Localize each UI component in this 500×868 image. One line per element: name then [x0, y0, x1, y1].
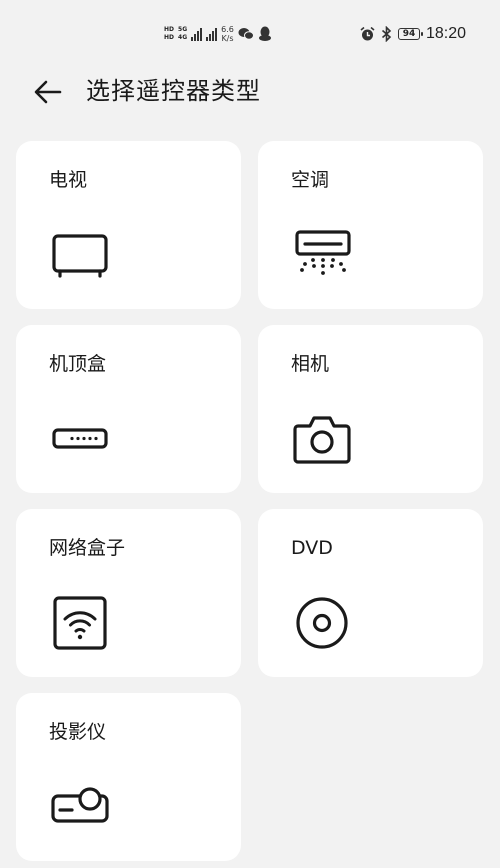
device-label: 相机 [291, 353, 330, 375]
wechat-icon [238, 28, 254, 40]
device-label: DVD [291, 537, 333, 559]
bluetooth-icon [381, 26, 392, 42]
device-card-camera[interactable]: 相机 [258, 325, 483, 493]
device-label: 机顶盒 [49, 353, 107, 375]
device-label: 网络盒子 [49, 537, 126, 559]
signal-strength-2-icon [206, 27, 218, 41]
sim2-label: HD [164, 34, 175, 41]
clock-time: 18:20 [425, 25, 466, 42]
device-card-tv[interactable]: 电视 [16, 141, 241, 309]
set-top-box-icon [52, 428, 108, 449]
sim2-network-label: 4G [178, 34, 188, 41]
camera-icon [293, 416, 351, 464]
device-label: 投影仪 [49, 721, 107, 743]
status-bar: HD HD 5G 4G 6.6 K/s 94 18:20 [0, 0, 500, 68]
app-header: 选择遥控器类型 [0, 68, 500, 112]
dvd-icon [296, 597, 348, 649]
device-card-projector[interactable]: 投影仪 [16, 693, 241, 861]
network-speed-value: 6.6 [221, 25, 234, 34]
projector-icon [51, 787, 109, 823]
network-type-indicator: 5G 4G [178, 26, 187, 42]
device-label: 电视 [49, 169, 88, 191]
device-card-dvd[interactable]: DVD [258, 509, 483, 677]
signal-strength-icon [191, 27, 203, 41]
status-left: HD HD 5G 4G 6.6 K/s [164, 22, 272, 46]
device-card-set-top-box[interactable]: 机顶盒 [16, 325, 241, 493]
battery-icon: 94 [397, 28, 423, 40]
battery-level: 94 [402, 29, 416, 39]
page-title: 选择遥控器类型 [86, 77, 261, 105]
device-card-network-box[interactable]: 网络盒子 [16, 509, 241, 677]
network-box-icon [53, 596, 107, 650]
sim1-network-label: 5G [178, 26, 188, 33]
back-arrow-icon[interactable] [30, 74, 66, 110]
tv-icon [52, 234, 108, 278]
status-right: 94 18:20 [360, 22, 466, 46]
network-speed: 6.6 K/s [221, 25, 234, 43]
alarm-icon [360, 26, 375, 40]
sim1-indicator: HD HD [164, 26, 174, 42]
qq-icon [258, 26, 271, 41]
device-card-air-conditioner[interactable]: 空调 [258, 141, 483, 309]
air-conditioner-icon [295, 230, 351, 275]
network-speed-unit: K/s [221, 34, 234, 43]
device-label: 空调 [291, 169, 330, 191]
sim1-label: HD [164, 26, 175, 33]
